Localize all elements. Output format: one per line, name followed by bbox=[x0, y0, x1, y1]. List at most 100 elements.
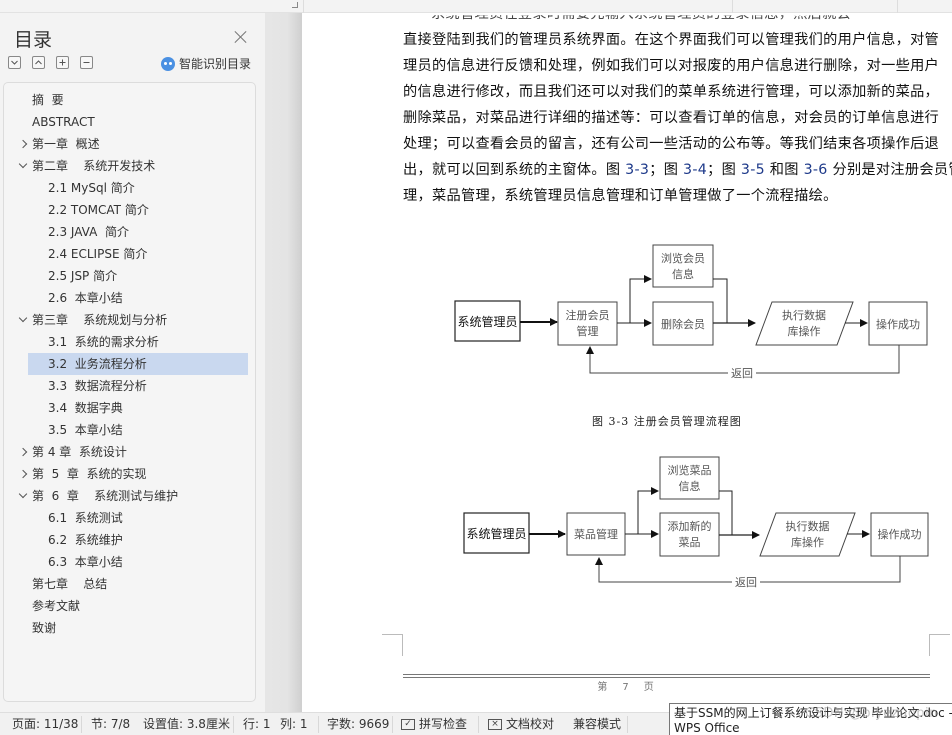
chevron-down-icon[interactable] bbox=[17, 309, 29, 331]
toc-item[interactable]: 第 5 章 系统的实现 bbox=[4, 463, 255, 485]
doc-proofread-label: 文档校对 bbox=[506, 717, 555, 731]
toc-item-label: 第 5 章 系统的实现 bbox=[32, 467, 147, 481]
status-setting[interactable]: 设置值: 3.8厘米 bbox=[143, 713, 230, 735]
toc-item[interactable]: 3.1 系统的需求分析 bbox=[4, 331, 255, 353]
toc-item[interactable]: 2.6 本章小结 bbox=[4, 287, 255, 309]
expand-all-button[interactable] bbox=[32, 56, 45, 69]
minus-icon bbox=[83, 62, 90, 63]
toc-item-label: 6.3 本章小结 bbox=[48, 555, 123, 569]
toc-item-label: ABSTRACT bbox=[32, 115, 95, 129]
divider bbox=[81, 716, 82, 733]
toc-item[interactable]: 摘 要 bbox=[4, 89, 255, 111]
ai-assistant-icon bbox=[161, 56, 175, 71]
toc-item-label: 摘 要 bbox=[32, 93, 64, 107]
chevron-right-icon[interactable] bbox=[17, 441, 29, 463]
node-browse-label: 信息 bbox=[679, 479, 701, 493]
add-level-button[interactable] bbox=[56, 56, 69, 69]
status-row[interactable]: 行: 1 bbox=[243, 713, 271, 735]
doc-proofread-button[interactable]: × 文档校对 bbox=[488, 713, 554, 735]
margin-mark bbox=[402, 634, 403, 656]
status-col[interactable]: 列: 1 bbox=[280, 713, 308, 735]
close-icon[interactable] bbox=[234, 30, 248, 44]
window-title-tooltip: 基于SSM的网上订餐系统设计与实现 毕业论文.doc - WPS Office bbox=[669, 703, 952, 735]
toc-item-label: 2.5 JSP 简介 bbox=[48, 269, 118, 283]
chevron-down-icon[interactable] bbox=[17, 485, 29, 507]
ribbon-edge bbox=[0, 0, 952, 13]
footer-rule bbox=[403, 674, 930, 675]
smart-toc-button[interactable]: 智能识别目录 bbox=[161, 55, 251, 72]
toc-item[interactable]: 致谢 bbox=[4, 617, 255, 639]
node-db-label: 执行数据 bbox=[786, 519, 830, 533]
tooltip-line-2: WPS Office bbox=[674, 721, 740, 735]
chevron-right-icon[interactable] bbox=[17, 133, 29, 155]
toc-item-label: 2.4 ECLIPSE 简介 bbox=[48, 247, 148, 261]
node-action-label: 添加新的 bbox=[668, 519, 712, 533]
remove-level-button[interactable] bbox=[80, 56, 93, 69]
page-number: 7 bbox=[622, 682, 632, 693]
toc-item[interactable]: 2.2 TOMCAT 简介 bbox=[4, 199, 255, 221]
toc-item-label: 第一章 概述 bbox=[32, 137, 100, 151]
toc-item[interactable]: 2.3 JAVA 简介 bbox=[4, 221, 255, 243]
status-section[interactable]: 节: 7/8 bbox=[91, 713, 130, 735]
chevron-right-icon[interactable] bbox=[17, 463, 29, 485]
toc-item[interactable]: 6.2 系统维护 bbox=[4, 529, 255, 551]
toc-item-active[interactable]: 3.2 业务流程分析 bbox=[28, 353, 248, 375]
node-manage-label: 菜品管理 bbox=[574, 527, 618, 541]
page-number-suffix: 页 bbox=[643, 682, 657, 693]
toc-item[interactable]: 3.4 数据字典 bbox=[4, 397, 255, 419]
divider bbox=[318, 716, 319, 733]
toc-item[interactable]: 2.1 MySql 简介 bbox=[4, 177, 255, 199]
status-page[interactable]: 页面: 11/38 bbox=[12, 713, 78, 735]
smart-toc-label: 智能识别目录 bbox=[179, 57, 252, 71]
collapse-all-button[interactable] bbox=[8, 56, 21, 69]
toc-item[interactable]: 2.5 JSP 简介 bbox=[4, 265, 255, 287]
chevron-down-icon bbox=[11, 60, 18, 65]
divider bbox=[897, 0, 898, 13]
toc-item[interactable]: 第 4 章 系统设计 bbox=[4, 441, 255, 463]
toc-item[interactable]: 第七章 总结 bbox=[4, 573, 255, 595]
toc-item-label: 2.2 TOMCAT 简介 bbox=[48, 203, 149, 217]
toc-item-label: 致谢 bbox=[32, 621, 57, 635]
node-admin-label: 系统管理员 bbox=[466, 526, 526, 541]
margin-mark bbox=[382, 634, 403, 635]
toc-item[interactable]: 第三章 系统规划与分析 bbox=[4, 309, 255, 331]
toc-item-label: 2.3 JAVA 简介 bbox=[48, 225, 129, 239]
toc-item-label: 6.1 系统测试 bbox=[48, 511, 123, 525]
toc-item-label: 6.2 系统维护 bbox=[48, 533, 123, 547]
divider bbox=[627, 716, 628, 733]
toc-item-label: 3.4 数据字典 bbox=[48, 401, 123, 415]
compat-mode-indicator[interactable]: 兼容模式 bbox=[573, 713, 621, 735]
divider bbox=[732, 0, 733, 13]
toc-item[interactable]: 参考文献 bbox=[4, 595, 255, 617]
toc-item-label: 3.3 数据流程分析 bbox=[48, 379, 147, 393]
toc-pane-title: 目录 bbox=[14, 29, 53, 51]
edge-return-label: 返回 bbox=[735, 576, 757, 589]
divider bbox=[392, 716, 393, 733]
spell-check-icon: ✓ bbox=[401, 719, 415, 730]
toc-item-label: 第七章 总结 bbox=[32, 577, 108, 591]
toc-item[interactable]: 3.5 本章小结 bbox=[4, 419, 255, 441]
toc-item-label: 3.5 本章小结 bbox=[48, 423, 123, 437]
toc-item[interactable]: ABSTRACT bbox=[4, 111, 255, 133]
toc-tree: 摘 要 ABSTRACT 第一章 概述第二章 系统开发技术 2.1 MySql 简介 2… bbox=[3, 82, 256, 702]
spell-check-button[interactable]: ✓ 拼写检查 bbox=[401, 713, 467, 735]
edge bbox=[719, 490, 733, 535]
toc-item[interactable]: 2.4 ECLIPSE 简介 bbox=[4, 243, 255, 265]
toc-item[interactable]: 第 6 章 系统测试与维护 bbox=[4, 485, 255, 507]
toc-item[interactable]: 第二章 系统开发技术 bbox=[4, 155, 255, 177]
toc-item[interactable]: 6.1 系统测试 bbox=[4, 507, 255, 529]
status-word-count[interactable]: 字数: 9669 bbox=[327, 713, 389, 735]
flowchart-dish-management: 系统管理员 菜品管理 浏览菜品 信息 添加新的 菜品 执行数据 库操作 操作成功… bbox=[463, 456, 929, 589]
tooltip-line-1: 基于SSM的网上订餐系统设计与实现 毕业论文.doc - bbox=[674, 706, 952, 720]
node-action-label: 菜品 bbox=[679, 536, 701, 549]
toc-item[interactable]: 第一章 概述 bbox=[4, 133, 255, 155]
toc-toolbar bbox=[8, 56, 93, 70]
chevron-down-icon[interactable] bbox=[17, 155, 29, 177]
toc-item-label: 第 4 章 系统设计 bbox=[32, 445, 127, 459]
toc-item[interactable]: 6.3 本章小结 bbox=[4, 551, 255, 573]
toc-item-label: 第 6 章 系统测试与维护 bbox=[32, 489, 179, 503]
toc-item[interactable]: 3.3 数据流程分析 bbox=[4, 375, 255, 397]
ribbon-expand-corner-icon[interactable] bbox=[292, 2, 298, 8]
plus-icon bbox=[59, 59, 66, 66]
edge bbox=[625, 487, 659, 535]
